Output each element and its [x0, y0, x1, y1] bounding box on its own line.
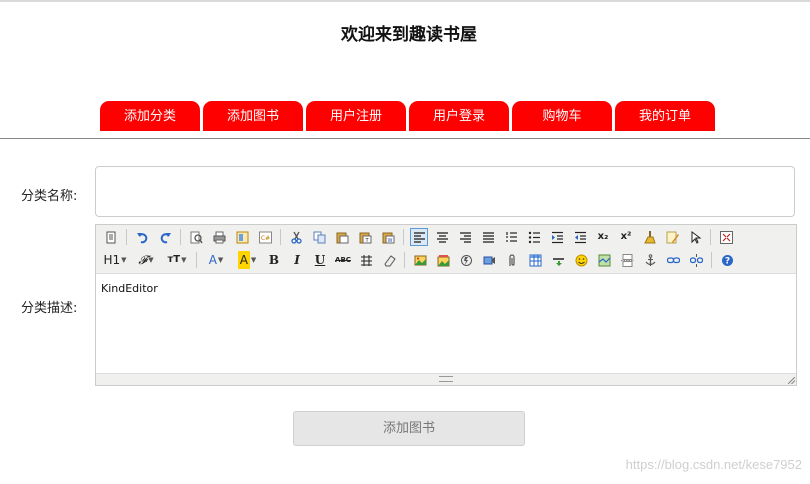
nav-tab-my-orders[interactable]: 我的订单	[615, 101, 715, 131]
about-icon[interactable]: ?	[718, 251, 736, 269]
toolbar-separator	[404, 252, 405, 268]
redo-icon[interactable]	[156, 228, 174, 246]
unordered-list-icon[interactable]	[525, 228, 543, 246]
emoticon-icon[interactable]	[572, 251, 590, 269]
indent-icon[interactable]	[548, 228, 566, 246]
select-all-icon[interactable]	[686, 228, 704, 246]
toolbar-separator	[280, 229, 281, 245]
heading-icon[interactable]: H1 ▼	[102, 251, 128, 269]
category-desc-label: 分类描述:	[21, 301, 78, 316]
category-name-label: 分类名称:	[21, 189, 78, 204]
svg-text:?: ?	[724, 256, 729, 266]
underline-icon[interactable]: U	[311, 251, 329, 269]
nav-tab-login[interactable]: 用户登录	[409, 101, 509, 131]
align-center-icon[interactable]	[433, 228, 451, 246]
horizontal-rule-icon[interactable]	[549, 251, 567, 269]
svg-text:C#: C#	[260, 235, 269, 242]
strikethrough-icon[interactable]: ABC	[334, 251, 352, 269]
ordered-list-icon[interactable]	[502, 228, 520, 246]
quick-format-icon[interactable]	[663, 228, 681, 246]
site-title: 欢迎来到趣读书屋	[341, 25, 477, 45]
subscript-icon[interactable]: x₂	[594, 228, 612, 246]
font-size-icon[interactable]: тT ▼	[164, 251, 190, 269]
top-border	[0, 0, 810, 2]
nav-tab-add-category[interactable]: 添加分类	[100, 101, 200, 131]
outdent-icon[interactable]	[571, 228, 589, 246]
line-height-icon[interactable]	[357, 251, 375, 269]
paste-word-icon[interactable]: W	[379, 228, 397, 246]
font-family-icon[interactable]: 𝓕 ▼	[133, 251, 159, 269]
editor-statusbar	[96, 373, 796, 385]
anchor-icon[interactable]	[641, 251, 659, 269]
nav-tab-add-book[interactable]: 添加图书	[203, 101, 303, 131]
toolbar-separator	[180, 229, 181, 245]
baidu-map-icon[interactable]	[595, 251, 613, 269]
preview-icon[interactable]	[187, 228, 205, 246]
toolbar-separator	[711, 252, 712, 268]
rich-text-editor: C# T W x₂ x² H1 ▼ 𝓕 ▼ тT ▼ A ▼ A ▼ B I U…	[95, 224, 797, 386]
table-icon[interactable]	[526, 251, 544, 269]
resize-handle[interactable]	[439, 376, 453, 382]
main-nav: 添加分类 添加图书 用户注册 用户登录 购物车 我的订单	[100, 101, 715, 131]
template-icon[interactable]	[233, 228, 251, 246]
media-icon[interactable]	[480, 251, 498, 269]
code-icon[interactable]: C#	[256, 228, 274, 246]
superscript-icon[interactable]: x²	[617, 228, 635, 246]
copy-icon[interactable]	[310, 228, 328, 246]
highlight-color-icon[interactable]: A ▼	[234, 251, 260, 269]
italic-icon[interactable]: I	[288, 251, 306, 269]
align-right-icon[interactable]	[456, 228, 474, 246]
print-icon[interactable]	[210, 228, 228, 246]
font-color-icon[interactable]: A ▼	[203, 251, 229, 269]
editor-toolbar: C# T W x₂ x² H1 ▼ 𝓕 ▼ тT ▼ A ▼ A ▼ B I U…	[96, 225, 796, 274]
paste-icon[interactable]	[333, 228, 351, 246]
bold-icon[interactable]: B	[265, 251, 283, 269]
link-icon[interactable]	[664, 251, 682, 269]
toolbar-separator	[710, 229, 711, 245]
toolbar-separator	[196, 252, 197, 268]
remove-format-icon[interactable]	[380, 251, 398, 269]
nav-tab-cart[interactable]: 购物车	[512, 101, 612, 131]
source-icon[interactable]	[102, 228, 120, 246]
fullscreen-icon[interactable]	[717, 228, 735, 246]
flash-icon[interactable]	[457, 251, 475, 269]
insert-file-icon[interactable]	[503, 251, 521, 269]
cut-icon[interactable]	[287, 228, 305, 246]
align-left-icon[interactable]	[410, 228, 428, 246]
resize-corner-icon[interactable]	[788, 377, 795, 384]
editor-content[interactable]: KindEditor	[96, 274, 796, 375]
submit-button[interactable]: 添加图书	[293, 411, 525, 446]
image-icon[interactable]	[411, 251, 429, 269]
toolbar-separator	[403, 229, 404, 245]
clear-format-icon[interactable]	[640, 228, 658, 246]
align-justify-icon[interactable]	[479, 228, 497, 246]
nav-tab-register[interactable]: 用户注册	[306, 101, 406, 131]
svg-text:W: W	[387, 238, 392, 244]
undo-icon[interactable]	[133, 228, 151, 246]
paste-plain-icon[interactable]: T	[356, 228, 374, 246]
watermark: https://blog.csdn.net/kese7952	[625, 457, 802, 472]
multi-image-icon[interactable]	[434, 251, 452, 269]
page-break-icon[interactable]	[618, 251, 636, 269]
nav-divider	[0, 138, 810, 139]
category-name-input[interactable]	[95, 166, 795, 217]
toolbar-separator	[126, 229, 127, 245]
unlink-icon[interactable]	[687, 251, 705, 269]
